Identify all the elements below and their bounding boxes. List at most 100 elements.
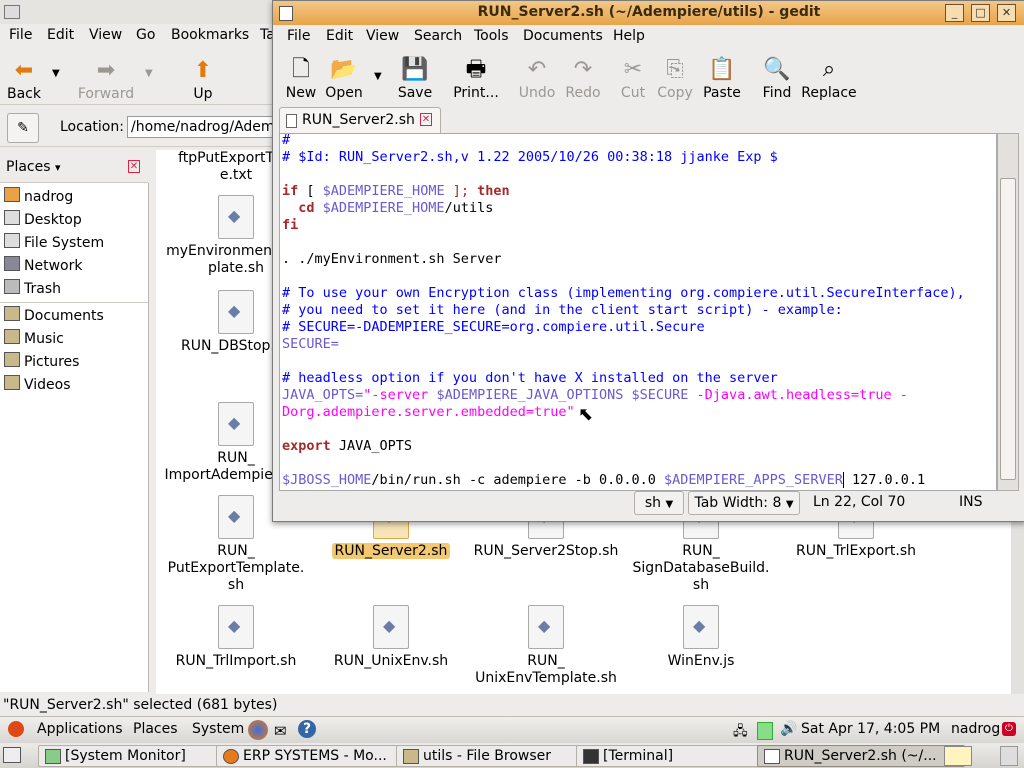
menu-documents[interactable]: Documents — [523, 28, 603, 44]
menu-search[interactable]: Search — [414, 28, 462, 44]
close-tab-icon[interactable]: ✕ — [420, 113, 432, 126]
menu-view[interactable]: View — [89, 27, 122, 43]
file-item[interactable]: RUN_UnixEnv.sh — [316, 605, 466, 670]
place-videos[interactable]: Videos — [4, 375, 71, 395]
text-editor[interactable]: # # $Id: RUN_Server2.sh,v 1.22 2005/10/2… — [279, 133, 997, 491]
gedit-titlebar[interactable]: RUN_Server2.sh (~/Adempiere/utils) - ged… — [273, 1, 1024, 25]
copy-button[interactable]: ⎘ Copy — [656, 57, 694, 101]
menu-view[interactable]: View — [366, 28, 399, 44]
print-button[interactable]: 🖶 Print... — [451, 57, 501, 101]
up-button[interactable]: ⬆ Up — [186, 58, 220, 102]
mail-launcher-icon[interactable]: ✉ — [274, 722, 287, 740]
show-desktop-icon[interactable] — [3, 747, 21, 763]
scrollbar-thumb[interactable] — [1000, 178, 1016, 480]
menu-tools[interactable]: Tools — [474, 28, 509, 44]
code-line: # To use your own Encryption class (impl… — [282, 285, 965, 301]
place-pictures[interactable]: Pictures — [4, 352, 79, 372]
network-status-icon[interactable]: 🖧 — [733, 722, 748, 744]
find-button[interactable]: 🔍 Find — [760, 57, 794, 101]
trash-icon — [4, 279, 20, 294]
menu-file[interactable]: File — [9, 27, 32, 43]
menu-go[interactable]: Go — [136, 27, 155, 43]
places-menu[interactable]: Places — [133, 721, 178, 737]
tab-width-selector[interactable]: Tab Width: 8 ▼ — [688, 491, 800, 515]
drive-icon — [4, 233, 20, 248]
firefox-launcher-icon[interactable] — [248, 720, 268, 740]
place-trash[interactable]: Trash — [4, 279, 61, 299]
menu-bookmarks[interactable]: Bookmarks — [171, 27, 249, 43]
clock[interactable]: Sat Apr 17, 4:05 PM — [801, 721, 940, 737]
code-line: . ./myEnvironment.sh Server — [282, 251, 502, 267]
file-browser-statusbar: "RUN_Server2.sh" selected (681 bytes) — [0, 695, 1024, 716]
save-label: Save — [397, 85, 433, 101]
replace-button[interactable]: ⌕ Replace — [800, 57, 858, 101]
save-button[interactable]: 💾 Save — [397, 57, 433, 101]
help-launcher-icon[interactable]: ? — [298, 720, 316, 738]
open-label: Open — [325, 85, 363, 101]
file-item[interactable]: RUN_ UnixEnvTemplate.sh — [471, 605, 621, 687]
place-music[interactable]: Music — [4, 329, 64, 349]
redo-icon: ↷ — [573, 57, 593, 82]
file-item[interactable]: WinEnv.js — [626, 605, 776, 670]
paste-button[interactable]: 📋 Paste — [702, 57, 742, 101]
gedit-window: RUN_Server2.sh (~/Adempiere/utils) - ged… — [272, 0, 1024, 522]
battery-icon[interactable] — [757, 722, 773, 740]
string: -Djava.awt.headless=true - — [688, 387, 908, 403]
task-gedit[interactable]: RUN_Server2.sh (~/... — [757, 745, 965, 767]
open-button[interactable]: 📂 Open — [325, 57, 363, 101]
language-selector[interactable]: sh ▼ — [634, 491, 684, 515]
undo-label: Undo — [518, 85, 556, 101]
place-label: Trash — [24, 281, 61, 297]
forward-history-chevron-icon[interactable]: ▼ — [145, 68, 153, 79]
trash-applet-icon[interactable] — [1000, 746, 1018, 766]
keyword: if — [282, 183, 299, 199]
open-recent-chevron-icon[interactable]: ▼ — [374, 71, 382, 82]
back-button[interactable]: ⬅ Back — [6, 58, 42, 102]
minimize-icon[interactable]: _ — [945, 4, 964, 22]
ubuntu-logo-icon — [8, 721, 24, 737]
new-button[interactable]: 🗋 New — [283, 57, 319, 101]
place-home[interactable]: nadrog — [4, 187, 73, 207]
cut-button[interactable]: ✂ Cut — [617, 57, 649, 101]
window-menu-icon[interactable] — [4, 5, 20, 19]
task-terminal[interactable]: [Terminal] — [576, 745, 776, 767]
user-menu[interactable]: nadrog — [951, 721, 1000, 737]
power-icon[interactable]: ⏻ — [1002, 722, 1016, 736]
workspace-switcher[interactable] — [944, 746, 972, 766]
location-input[interactable] — [127, 116, 287, 138]
system-menu[interactable]: System — [192, 721, 244, 737]
chevron-down-icon: ▼ — [665, 499, 674, 510]
file-item[interactable]: RUN_TrlImport.sh — [161, 605, 311, 670]
chevron-down-icon: ▾ — [54, 161, 61, 174]
place-network[interactable]: Network — [4, 256, 82, 276]
toggle-location-button[interactable]: ✎ — [7, 113, 39, 143]
close-icon[interactable]: ✕ — [997, 4, 1016, 22]
back-history-chevron-icon[interactable]: ▼ — [52, 68, 60, 79]
places-selector[interactable]: Places ▾ — [6, 159, 61, 175]
forward-button[interactable]: ➡ Forward — [76, 58, 136, 102]
redo-label: Redo — [565, 85, 601, 101]
place-documents[interactable]: Documents — [4, 306, 104, 326]
menu-edit[interactable]: Edit — [47, 27, 74, 43]
editor-scrollbar[interactable] — [997, 133, 1019, 491]
menu-edit[interactable]: Edit — [326, 28, 353, 44]
volume-icon[interactable]: 🔊 — [780, 721, 797, 737]
keyword: then — [477, 183, 510, 199]
code-line: Dorg.adempiere.server.embedded=true" — [282, 404, 575, 420]
redo-button[interactable]: ↷ Redo — [563, 57, 603, 101]
code-text: /utils — [444, 200, 494, 216]
menu-file[interactable]: File — [287, 28, 310, 44]
place-desktop[interactable]: Desktop — [4, 210, 82, 230]
applications-menu[interactable]: Applications — [37, 721, 123, 737]
undo-button[interactable]: ↶ Undo — [517, 57, 557, 101]
maximize-icon[interactable]: □ — [971, 4, 990, 22]
place-label: nadrog — [24, 189, 74, 205]
close-sidebar-icon[interactable]: ✕ — [128, 160, 140, 173]
place-file-system[interactable]: File System — [4, 233, 104, 253]
document-tab[interactable]: RUN_Server2.sh ✕ — [279, 107, 441, 134]
menu-help[interactable]: Help — [613, 28, 645, 44]
task-system-monitor[interactable]: [System Monitor] — [38, 745, 238, 767]
back-label: Back — [7, 86, 41, 102]
task-firefox[interactable]: ERP SYSTEMS - Mo... — [216, 745, 416, 767]
task-file-browser[interactable]: utils - File Browser — [396, 745, 596, 767]
